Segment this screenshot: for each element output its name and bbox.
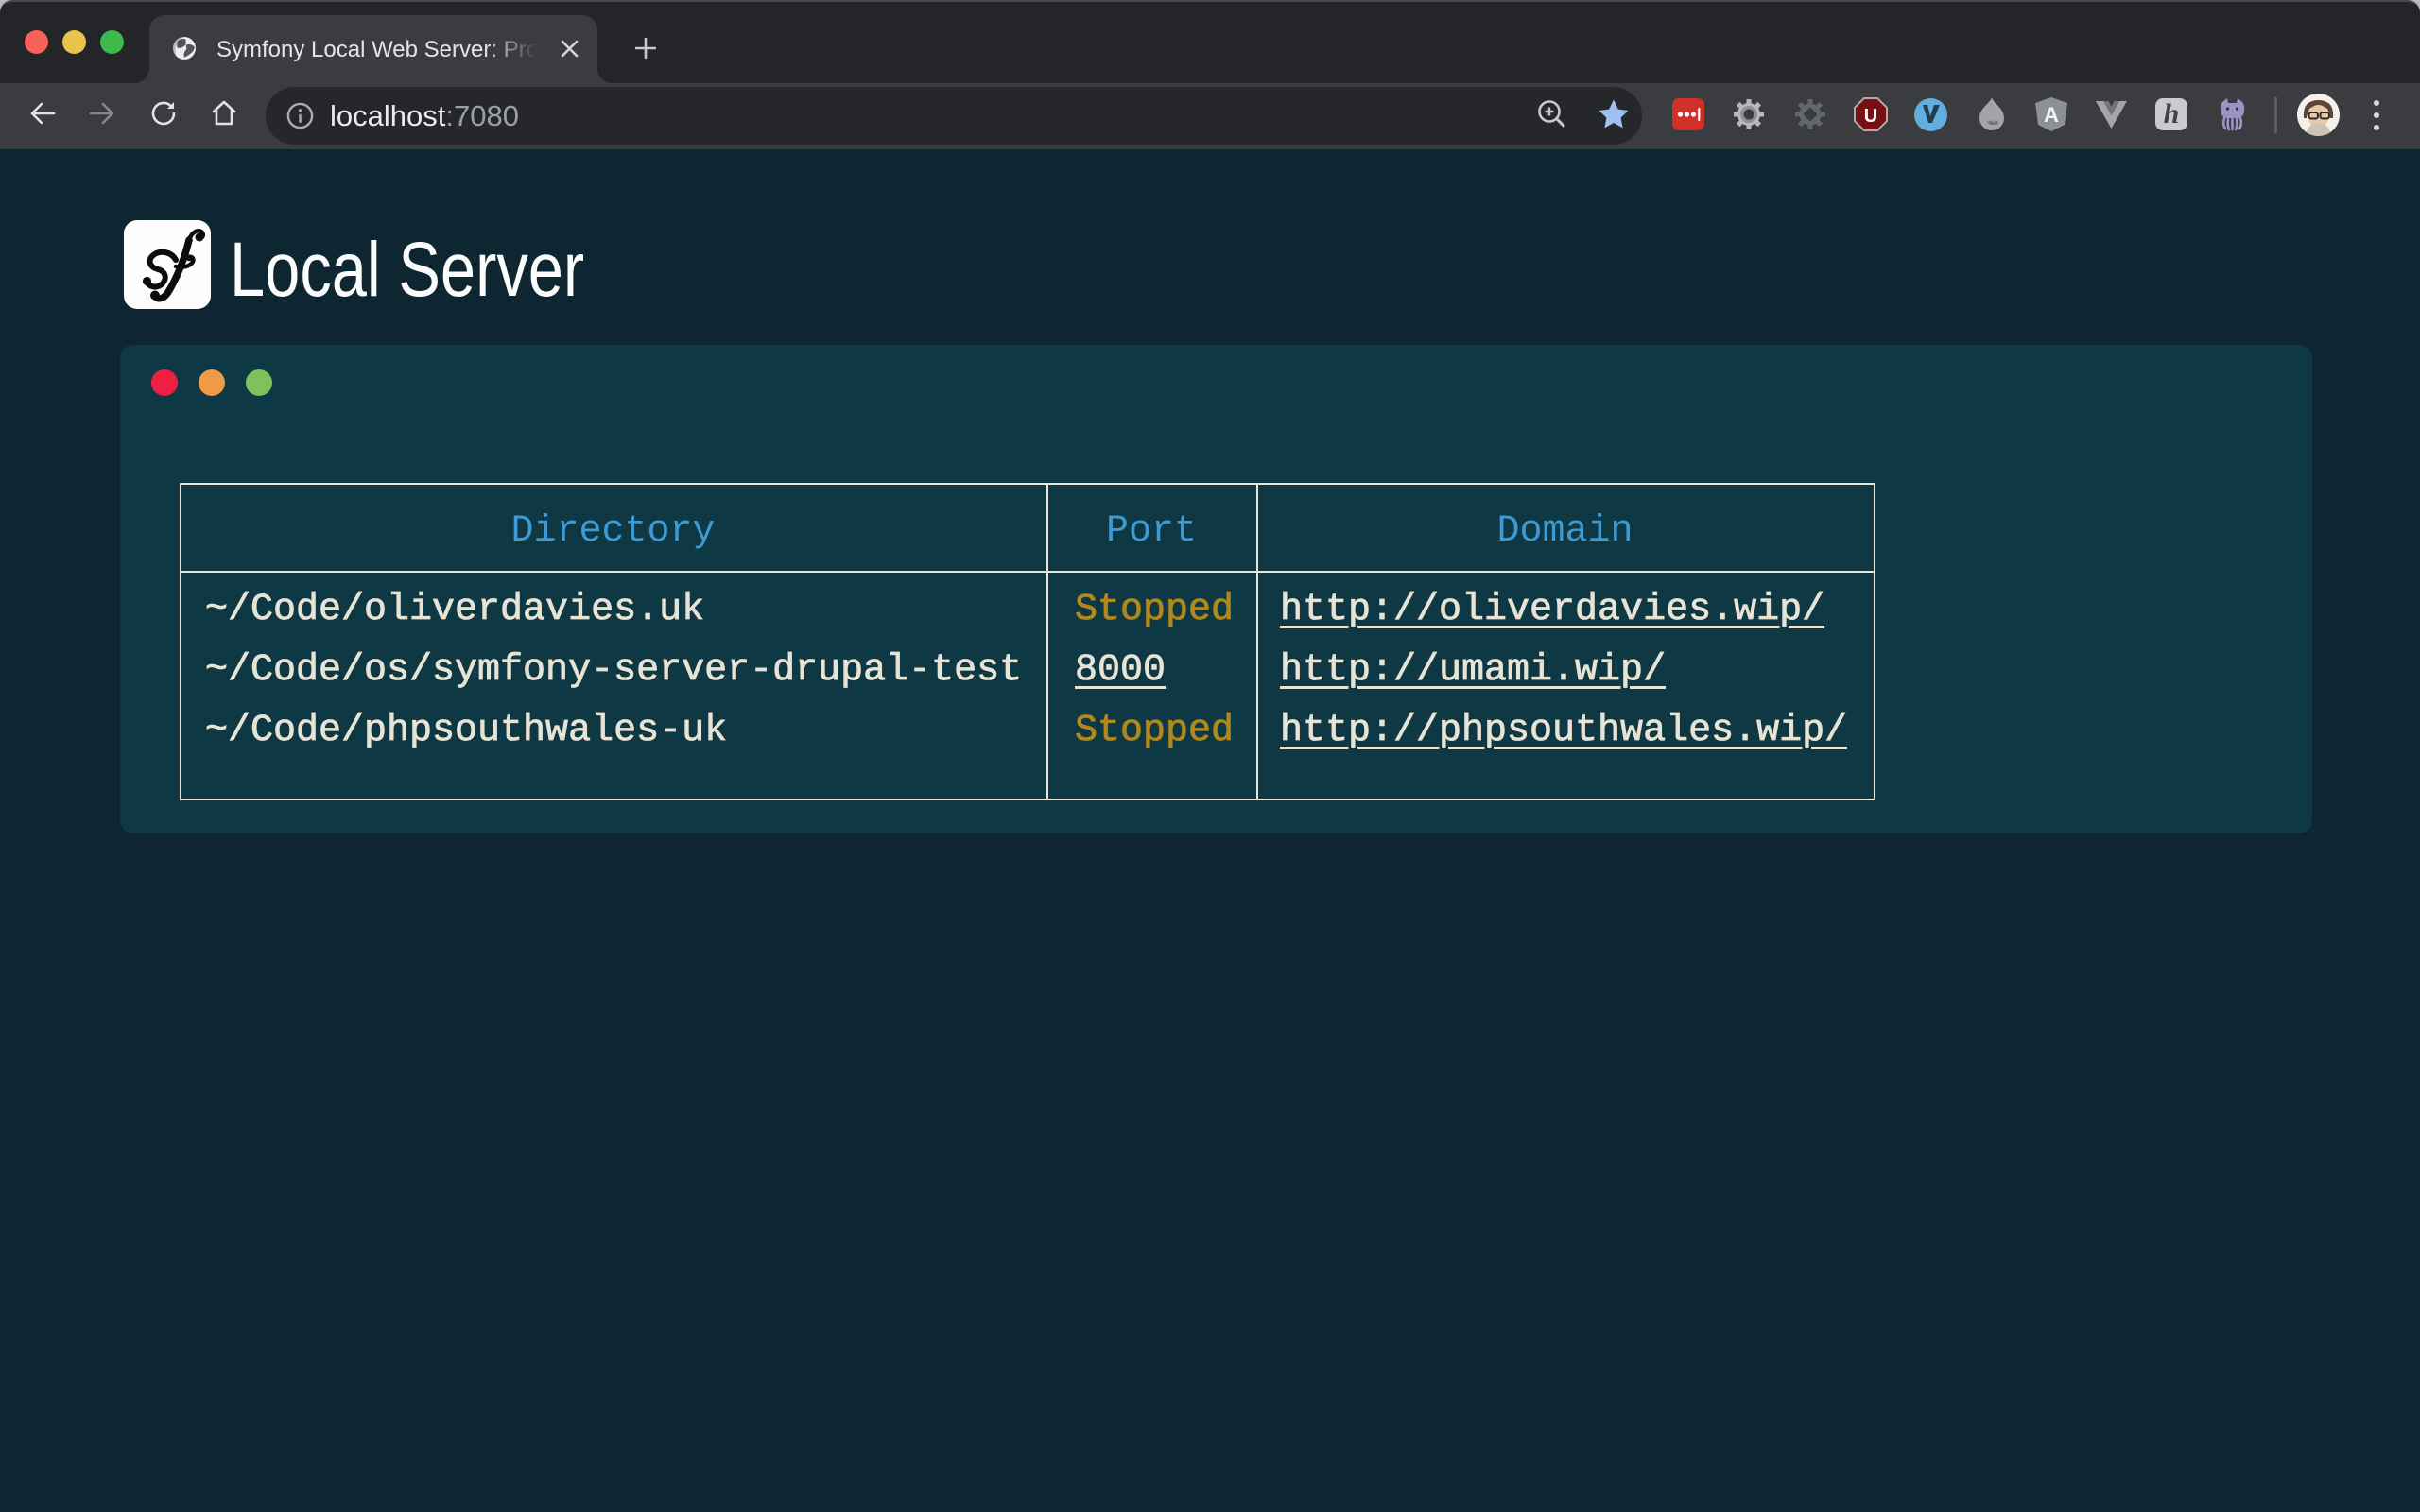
svg-text:A: A bbox=[2044, 103, 2059, 127]
svg-text:U: U bbox=[1864, 106, 1877, 127]
